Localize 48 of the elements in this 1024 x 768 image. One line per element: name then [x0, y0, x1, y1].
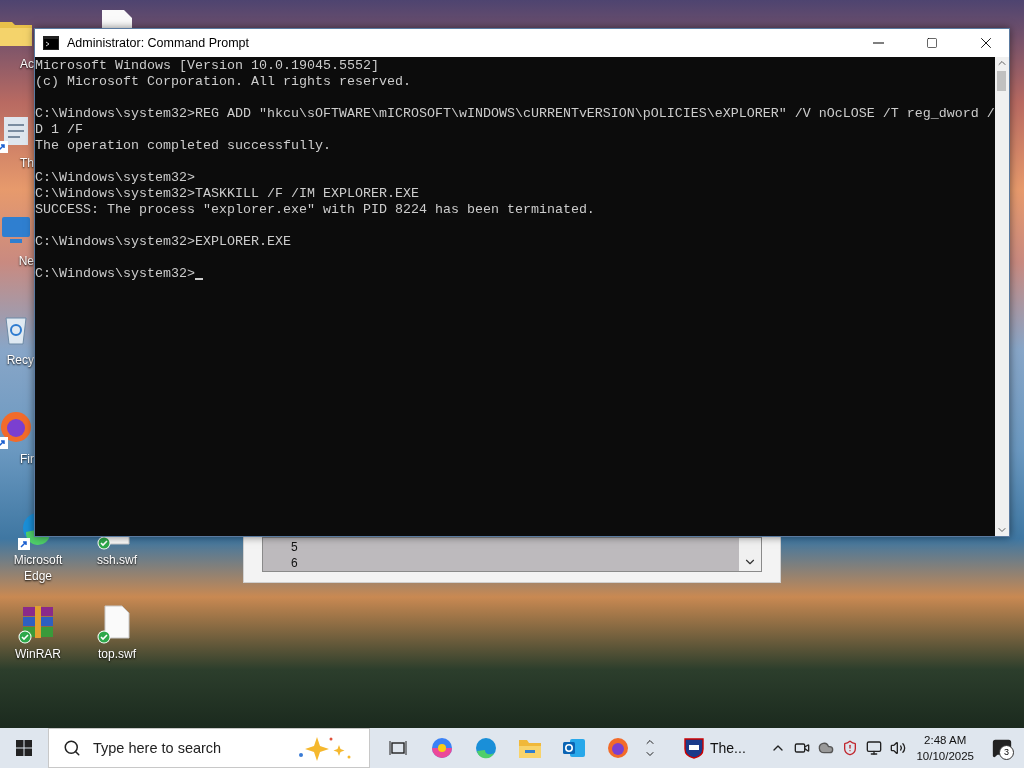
maximize-icon — [926, 37, 938, 49]
volume-icon — [890, 740, 907, 756]
edge-icon — [474, 736, 498, 760]
shield-logo-icon — [684, 737, 704, 759]
list-item[interactable]: 6 — [291, 555, 739, 571]
firefox-icon — [0, 409, 34, 445]
windows-logo-icon — [16, 740, 32, 756]
list-item[interactable]: 5 — [291, 539, 739, 555]
clock[interactable]: 2:48 AM 10/10/2025 — [910, 732, 980, 764]
dropdown-button[interactable] — [739, 538, 761, 571]
console-line: D 1 /F — [35, 122, 84, 138]
winrar-icon — [20, 604, 56, 640]
minimize-icon — [872, 42, 884, 44]
window-title: Administrator: Command Prompt — [67, 36, 250, 50]
console-line: Microsoft Windows [Version 10.0.19045.5552] — [35, 58, 380, 74]
search-box[interactable]: Type here to search — [48, 728, 370, 768]
running-app-button[interactable]: The... — [680, 728, 750, 768]
scrollbar[interactable] — [994, 57, 1009, 536]
console-line: SUCCESS: The process "explorer.exe" with PID 8224 has been terminated. — [35, 202, 596, 218]
console-line: C:\Windows\system32> — [35, 266, 195, 282]
firefox-icon — [606, 736, 630, 760]
notification-count: 3 — [999, 745, 1014, 760]
folder-icon — [518, 737, 542, 759]
copilot-icon — [430, 736, 454, 760]
search-icon — [63, 739, 81, 757]
desktop-icon-label[interactable]: Ac — [20, 56, 34, 72]
console-line: C:\Windows\system32>TASKKILL /F /IM EXPLORER.EXE — [35, 186, 420, 202]
desktop-icon-label[interactable]: Microsoft Edge — [3, 552, 73, 584]
desktop-icon-label[interactable]: ssh.swf — [97, 552, 137, 568]
console-line: C:\Windows\system32>EXPLORER.EXE — [35, 234, 292, 250]
console-icon — [43, 36, 59, 50]
list-box[interactable]: 5 6 — [262, 537, 762, 572]
text-cursor — [194, 278, 203, 280]
console-line: C:\Windows\system32> — [35, 170, 196, 186]
console-line: (c) Microsoft Corporation. All rights reserved. — [35, 74, 412, 90]
network-icon — [866, 740, 883, 756]
console-line: C:\Windows\system32>REG ADD "hkcu\sOFTWARE\mICROSOFT\wINDOWS\cURRENTvERSION\pOLICIES\eXPLORER" /V nOcLOSE /T reg_dword / — [35, 106, 995, 122]
camera-icon — [794, 740, 811, 756]
notifications-button[interactable]: 3 — [980, 728, 1024, 768]
shield-icon — [842, 740, 859, 756]
desktop-icon-label[interactable]: WinRAR — [15, 646, 61, 662]
search-field[interactable]: Type here to search — [91, 739, 285, 757]
mail-app-icon — [562, 736, 586, 760]
cloud-icon — [818, 740, 835, 756]
console-line: The operation completed successfully. — [35, 138, 332, 154]
scrollbar-thumb[interactable] — [997, 71, 1007, 91]
task-view-icon — [389, 740, 407, 756]
desktop-icon-label[interactable]: top.swf — [98, 646, 136, 662]
